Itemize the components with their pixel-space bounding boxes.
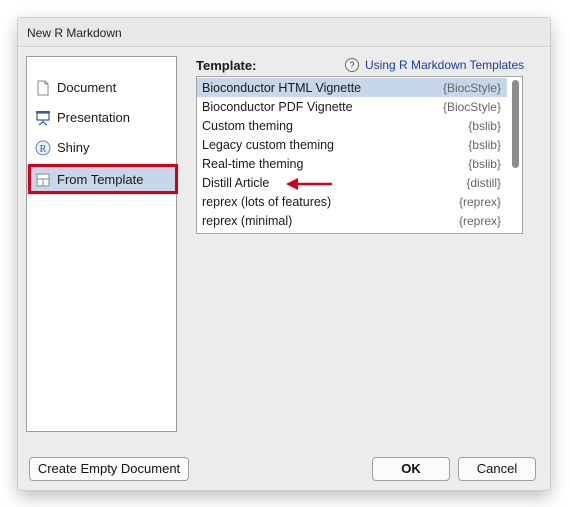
template-row[interactable]: Custom theming {bslib}: [197, 116, 507, 135]
sidebar-item-label: Shiny: [57, 140, 90, 155]
template-row[interactable]: Bioconductor HTML Vignette {BiocStyle}: [197, 78, 507, 97]
template-name: Distill Article: [202, 176, 270, 190]
template-name: reprex (minimal): [202, 214, 293, 228]
sidebar: Document Presentation R Shiny From Templ…: [26, 56, 178, 432]
presentation-icon: [35, 110, 51, 126]
template-icon: [35, 172, 51, 188]
template-package: {reprex}: [458, 214, 501, 228]
list-scrollbar[interactable]: [512, 80, 519, 168]
create-empty-document-button[interactable]: Create Empty Document: [29, 457, 189, 481]
sidebar-item-label: Presentation: [57, 110, 130, 125]
sidebar-item-label: From Template: [57, 172, 144, 187]
template-name: Bioconductor PDF Vignette: [202, 100, 353, 114]
template-package: {bslib}: [468, 138, 501, 152]
template-row[interactable]: reprex (minimal) {reprex}: [197, 211, 507, 230]
sidebar-item-label: Document: [57, 80, 117, 95]
template-name: Legacy custom theming: [202, 138, 335, 152]
cancel-button[interactable]: Cancel: [458, 457, 536, 481]
template-package: {BiocStyle}: [442, 81, 501, 95]
help-icon: ?: [345, 58, 359, 72]
template-row[interactable]: Legacy custom theming {bslib}: [197, 135, 507, 154]
document-icon: [35, 80, 51, 96]
template-row[interactable]: reprex (lots of features) {reprex}: [197, 192, 507, 211]
template-package: {BiocStyle}: [442, 100, 501, 114]
window-title: New R Markdown: [27, 26, 122, 40]
sidebar-item-from-template[interactable]: From Template: [27, 165, 176, 195]
sidebar-item-shiny[interactable]: R Shiny: [27, 133, 176, 163]
sidebar-item-document[interactable]: Document: [27, 73, 176, 103]
template-name: reprex (lots of features): [202, 195, 332, 209]
new-r-markdown-dialog: New R Markdown Document Presentation R S…: [18, 18, 550, 490]
title-bar[interactable]: New R Markdown: [18, 18, 550, 47]
arrow-annotation-icon: [286, 178, 332, 190]
template-name: Real-time theming: [202, 157, 304, 171]
template-row[interactable]: Bioconductor PDF Vignette {BiocStyle}: [197, 97, 507, 116]
template-list[interactable]: Bioconductor HTML Vignette {BiocStyle} B…: [196, 76, 523, 234]
sidebar-item-presentation[interactable]: Presentation: [27, 103, 176, 133]
template-row[interactable]: Real-time theming {bslib}: [197, 154, 507, 173]
template-package: {distill}: [466, 176, 501, 190]
template-name: Custom theming: [202, 119, 294, 133]
help-link-text[interactable]: Using R Markdown Templates: [365, 58, 524, 72]
template-package: {bslib}: [468, 119, 501, 133]
template-label: Template:: [196, 58, 257, 73]
svg-text:R: R: [40, 144, 47, 155]
ok-button[interactable]: OK: [372, 457, 450, 481]
template-name: Bioconductor HTML Vignette: [202, 81, 362, 95]
template-row[interactable]: Distill Article {distill}: [197, 173, 507, 192]
template-package: {bslib}: [468, 157, 501, 171]
shiny-r-icon: R: [35, 140, 51, 156]
template-package: {reprex}: [458, 195, 501, 209]
